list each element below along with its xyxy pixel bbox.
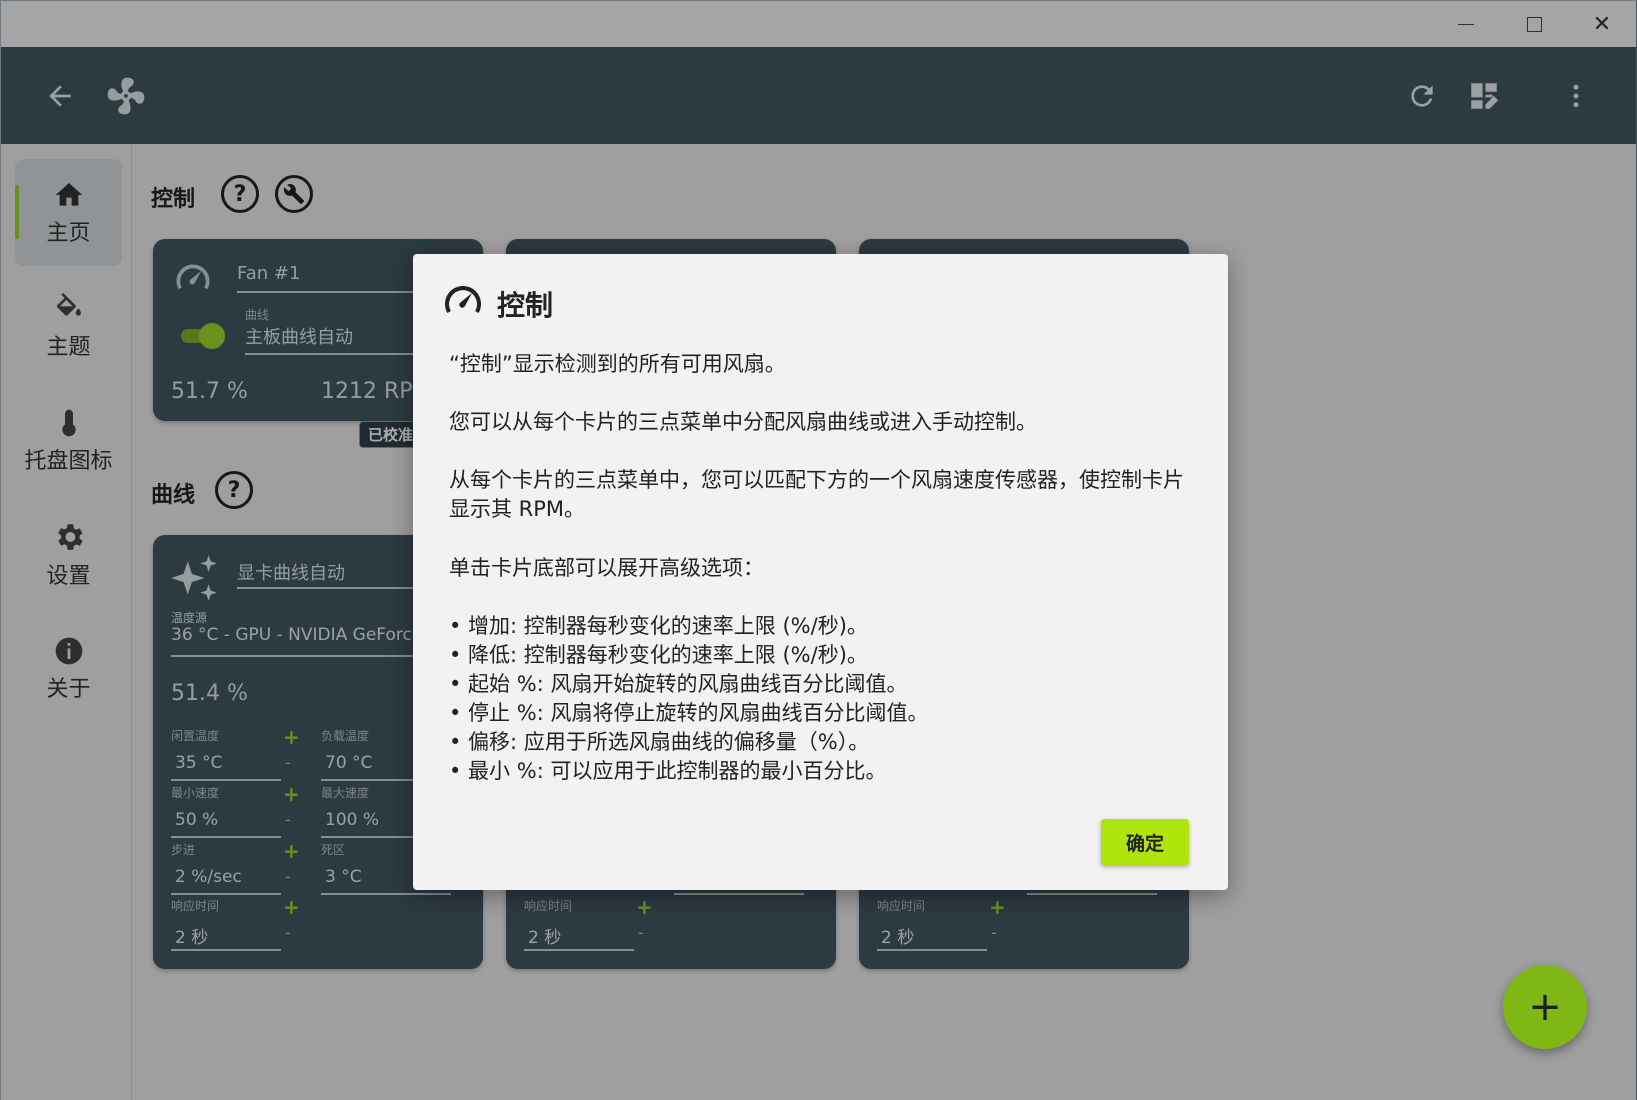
speedometer-icon (444, 286, 482, 313)
dialog-bullet: • 最小 %: 可以应用于此控制器的最小百分比。 (449, 759, 887, 783)
dialog-bullet: • 降低: 控制器每秒变化的速率上限 (%/秒)。 (449, 643, 868, 667)
dialog-bullet: • 偏移: 应用于所选风扇曲线的偏移量（%）。 (449, 730, 870, 754)
plus-icon: + (1528, 984, 1562, 1030)
app-window: ✕ 主页 主题 托盘图标 设置 关于 控制 ? Fan #1 曲线 主板曲线自动… (0, 0, 1637, 1100)
dialog-bullet: • 停止 %: 风扇将停止旋转的风扇曲线百分比阈值。 (449, 701, 929, 725)
dialog-bullet: • 起始 %: 风扇开始旋转的风扇曲线百分比阈值。 (449, 672, 908, 696)
dialog-text: 您可以从每个卡片的三点菜单中分配风扇曲线或进入手动控制。 (449, 410, 1037, 434)
dialog-text: “控制”显示检测到的所有可用风扇。 (449, 352, 786, 376)
dialog-text: 从每个卡片的三点菜单中，您可以匹配下方的一个风扇速度传感器，使控制卡片显示其 R… (449, 468, 1184, 521)
dialog-title: 控制 (497, 289, 554, 322)
dialog-bullet: • 增加: 控制器每秒变化的速率上限 (%/秒)。 (449, 614, 868, 638)
dialog-text: 单击卡片底部可以展开高级选项： (449, 556, 764, 580)
add-button[interactable]: + (1503, 965, 1587, 1049)
ok-button[interactable]: 确定 (1101, 819, 1189, 865)
help-dialog: 控制 “控制”显示检测到的所有可用风扇。 您可以从每个卡片的三点菜单中分配风扇曲… (413, 254, 1228, 890)
